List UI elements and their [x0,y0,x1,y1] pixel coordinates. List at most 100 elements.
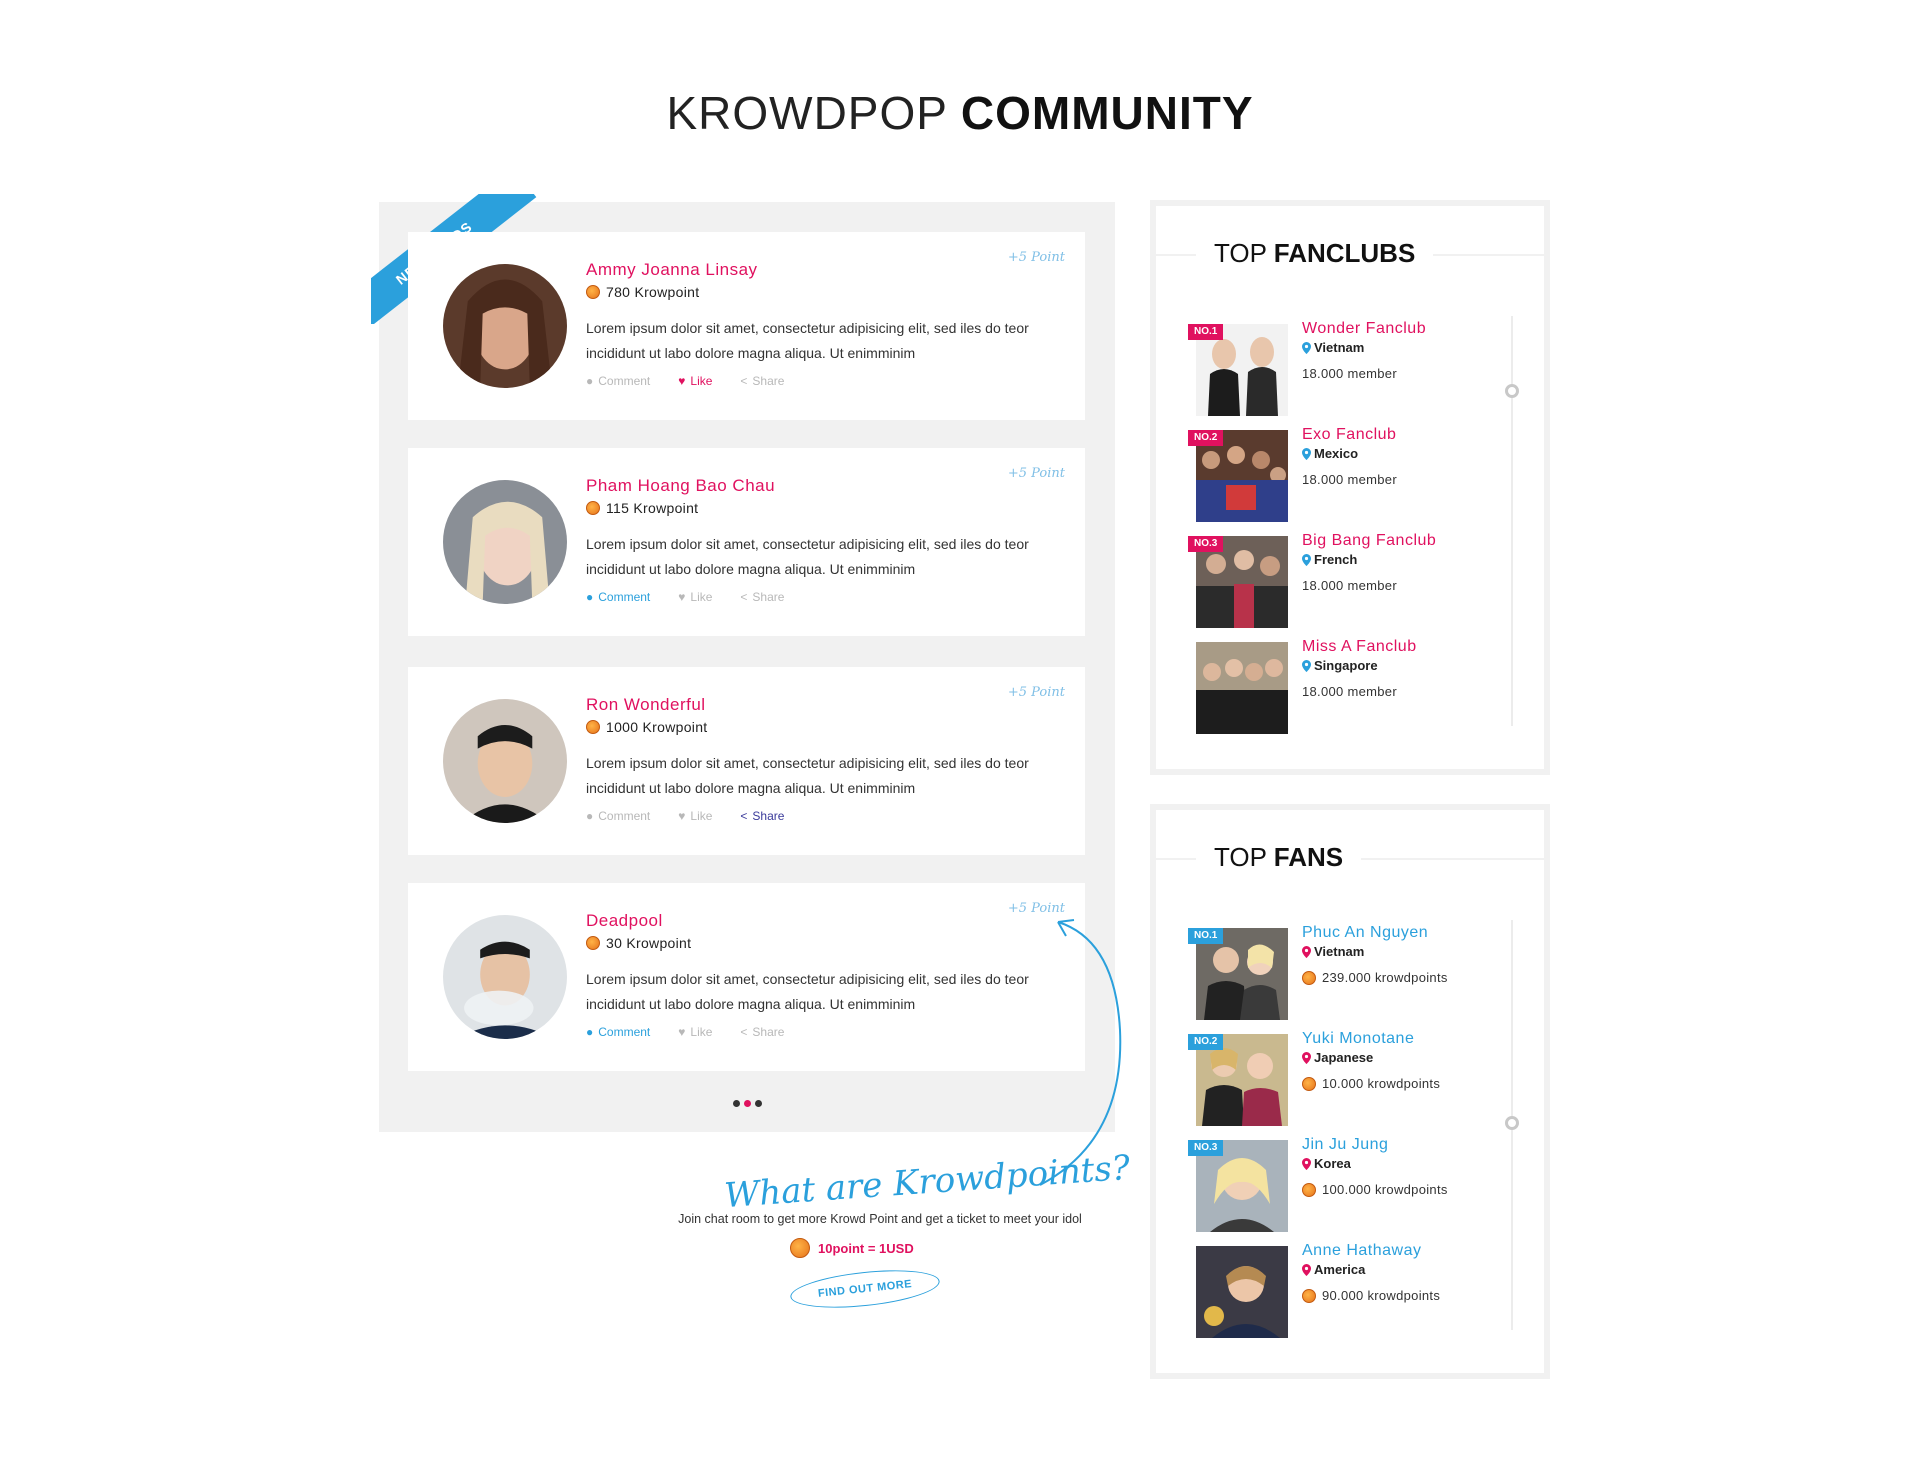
fanclub-item[interactable]: Miss A Fanclub Singapore 18.000 member [1196,638,1496,734]
post-actions: ● Comment ♥ Like < Share [586,374,784,388]
krowdpoints-value: 90.000 krowdpoints [1322,1288,1441,1303]
krowpoint-coin-icon [586,501,600,515]
comment-button[interactable]: ● Comment [586,374,650,388]
comment-button[interactable]: ● Comment [586,590,650,604]
fanclub-location: Mexico [1302,446,1358,461]
fanclub-location: French [1302,552,1357,567]
post-text: Lorem ipsum dolor sit amet, consectetur … [586,971,1029,1012]
top-fans-title: TOP FANS [1196,842,1362,873]
post-actions: ● Comment ♥ Like < Share [586,1025,784,1039]
location-text: French [1314,552,1358,567]
fan-name[interactable]: Jin Ju Jung [1302,1136,1388,1154]
pagination-dot[interactable] [754,1100,762,1107]
fanclub-location: Vietnam [1302,340,1364,355]
like-button[interactable]: ♥ Like [678,374,712,388]
fan-location: Japanese [1302,1050,1373,1065]
fanclub-members: 18.000 member [1302,472,1397,487]
share-button[interactable]: < Share [740,809,784,823]
post-points: 30 Krowpoint [586,935,691,951]
fanclub-location: Singapore [1302,658,1378,673]
title-bold: FANS [1273,842,1344,872]
share-button[interactable]: < Share [740,1025,784,1039]
comment-label: Comment [598,374,651,388]
scroll-track[interactable] [1505,316,1519,726]
find-out-more-button[interactable]: FIND OUT MORE [788,1264,942,1314]
like-button[interactable]: ♥ Like [678,590,712,604]
avatar[interactable] [443,264,567,388]
like-button[interactable]: ♥ Like [678,809,712,823]
krowpoint-coin-icon [586,285,600,299]
post-actions: ● Comment ♥ Like < Share [586,809,784,823]
like-button[interactable]: ♥ Like [678,1025,712,1039]
like-label: Like [690,809,713,823]
share-icon: < [740,1025,748,1039]
bonus-point-label: +5 Point [1007,250,1065,265]
fanclub-item[interactable]: NO.1 Wonder Fanclub Vietnam 18.000 membe… [1188,320,1496,416]
scroll-knob[interactable] [1505,384,1519,398]
fan-name[interactable]: Anne Hathaway [1302,1242,1421,1260]
fan-item[interactable]: Anne Hathaway America 90.000 krowdpoints [1196,1242,1496,1338]
fanclub-name[interactable]: Big Bang Fanclub [1302,532,1436,550]
fan-krowdpoints: 239.000 krowdpoints [1302,970,1448,985]
fanclub-name[interactable]: Exo Fanclub [1302,426,1396,444]
heart-icon: ♥ [678,1025,686,1039]
post-author[interactable]: Ron Wonderful [586,695,706,715]
krowpoint-coin-icon [1302,1076,1316,1091]
fanclub-members: 18.000 member [1302,684,1397,699]
comment-icon: ● [586,590,594,604]
krowdpoints-value: 10.000 krowdpoints [1322,1076,1441,1091]
feed-card: Deadpool 30 Krowpoint Lorem ipsum dolor … [408,883,1085,1071]
fan-name[interactable]: Yuki Monotane [1302,1030,1414,1048]
comment-button[interactable]: ● Comment [586,1025,650,1039]
post-author[interactable]: Ammy Joanna Linsay [586,260,758,280]
post-author[interactable]: Deadpool [586,911,663,931]
avatar[interactable] [443,699,567,823]
krowpoint-coin-icon [1302,1182,1316,1197]
pagination-dot[interactable] [743,1100,751,1107]
post-author[interactable]: Pham Hoang Bao Chau [586,476,775,496]
fanclub-item[interactable]: NO.2 Exo Fanclub Mexico 18.000 member [1188,426,1496,522]
points-value: 780 Krowpoint [606,284,700,300]
rank-badge: NO.2 [1188,430,1224,446]
post-points: 780 Krowpoint [586,284,699,300]
krowpoint-coin-icon [586,720,600,734]
avatar[interactable] [443,915,567,1039]
fanclub-name[interactable]: Wonder Fanclub [1302,320,1426,338]
krowpoint-coin-icon [586,936,600,950]
points-value: 115 Krowpoint [606,500,699,516]
fan-item[interactable]: NO.3 Jin Ju Jung Korea 100.000 krowdpoin… [1188,1136,1496,1232]
fan-location: Korea [1302,1156,1351,1171]
share-button[interactable]: < Share [740,374,784,388]
rank-badge: NO.1 [1188,928,1224,944]
rank-badge: NO.3 [1188,536,1224,552]
fanclub-name[interactable]: Miss A Fanclub [1302,638,1417,656]
fan-item[interactable]: NO.2 Yuki Monotane Japanese 10.000 krowd… [1188,1030,1496,1126]
share-icon: < [740,590,748,604]
comment-label: Comment [598,590,651,604]
fan-name[interactable]: Phuc An Nguyen [1302,924,1428,942]
fanclub-item[interactable]: NO.3 Big Bang Fanclub French 18.000 memb… [1188,532,1496,628]
location-text: Vietnam [1314,340,1365,355]
scroll-knob[interactable] [1505,1116,1519,1130]
top-fans-panel: TOP FANS NO.1 Phuc An Nguyen Vietnam 239… [1150,804,1550,1379]
location-pin-icon [1302,1051,1311,1064]
krowdpoints-value: 239.000 krowdpoints [1322,970,1448,985]
pagination-dot[interactable] [732,1100,740,1107]
share-icon: < [740,374,748,388]
feed-card: Ammy Joanna Linsay 780 Krowpoint Lorem i… [408,232,1085,420]
scroll-track[interactable] [1505,920,1519,1330]
fan-krowdpoints: 90.000 krowdpoints [1302,1288,1440,1303]
heart-icon: ♥ [678,809,686,823]
avatar[interactable] [443,480,567,604]
fan-krowdpoints: 10.000 krowdpoints [1302,1076,1440,1091]
location-text: Singapore [1314,658,1378,673]
comment-icon: ● [586,809,594,823]
points-value: 30 Krowpoint [606,935,692,951]
comment-button[interactable]: ● Comment [586,809,650,823]
top-fanclubs-title: TOP FANCLUBS [1196,238,1434,269]
fan-item[interactable]: NO.1 Phuc An Nguyen Vietnam 239.000 krow… [1188,924,1496,1020]
share-button[interactable]: < Share [740,590,784,604]
location-text: America [1314,1262,1366,1277]
points-value: 1000 Krowpoint [606,719,708,735]
post-text: Lorem ipsum dolor sit amet, consectetur … [586,755,1029,796]
